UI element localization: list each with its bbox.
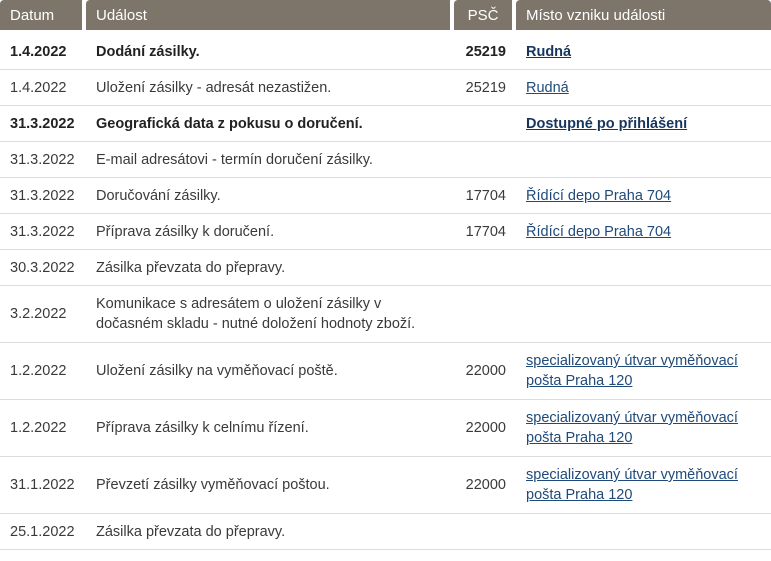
cell-event: Převzetí zásilky vyměňovací poštou. bbox=[86, 457, 454, 514]
cell-date: 31.3.2022 bbox=[0, 142, 86, 178]
cell-place: specializovaný útvar vyměňovací pošta Pr… bbox=[516, 343, 771, 400]
cell-place: specializovaný útvar vyměňovací pošta Pr… bbox=[516, 400, 771, 457]
table-row: 31.1.2022 Převzetí zásilky vyměňovací poš… bbox=[0, 457, 771, 514]
cell-date: 25.1.2022 bbox=[0, 514, 86, 550]
cell-place bbox=[516, 514, 771, 550]
cell-event: Zásilka převzata do přepravy. bbox=[86, 250, 454, 286]
cell-date: 3.2.2022 bbox=[0, 286, 86, 343]
table-row: 31.3.2022 Příprava zásilky k doručení. 177… bbox=[0, 214, 771, 250]
table-body: 1.4.2022 Dodání zásilky. 25219 Rudná 1.4.202… bbox=[0, 34, 771, 550]
cell-date: 31.3.2022 bbox=[0, 214, 86, 250]
cell-psc: 25219 bbox=[454, 70, 516, 106]
cell-event: Uložení zásilky na vyměňovací poště. bbox=[86, 343, 454, 400]
cell-place bbox=[516, 250, 771, 286]
cell-psc: 22000 bbox=[454, 457, 516, 514]
cell-psc bbox=[454, 286, 516, 343]
table-row: 1.4.2022 Dodání zásilky. 25219 Rudná bbox=[0, 34, 771, 70]
table-row: 1.4.2022 Uložení zásilky - adresát nezast… bbox=[0, 70, 771, 106]
cell-date: 1.2.2022 bbox=[0, 343, 86, 400]
cell-date: 1.4.2022 bbox=[0, 70, 86, 106]
cell-psc bbox=[454, 142, 516, 178]
cell-event: Dodání zásilky. bbox=[86, 34, 454, 70]
cell-event: Geografická data z pokusu o doručení. bbox=[86, 106, 454, 142]
cell-date: 31.3.2022 bbox=[0, 178, 86, 214]
table-row: 31.3.2022 Geografická data z pokusu o dor… bbox=[0, 106, 771, 142]
table-header-row: Datum Událost PSČ Místo vzniku události bbox=[0, 0, 771, 34]
cell-date: 30.3.2022 bbox=[0, 250, 86, 286]
table-row: 31.3.2022 E-mail adresátovi - termín doru… bbox=[0, 142, 771, 178]
table-row: 1.2.2022 Uložení zásilky na vyměňovací po… bbox=[0, 343, 771, 400]
place-link[interactable]: Řídící depo Praha 704 bbox=[526, 188, 671, 204]
cell-place bbox=[516, 142, 771, 178]
cell-psc: 17704 bbox=[454, 178, 516, 214]
cell-psc: 22000 bbox=[454, 343, 516, 400]
table-row: 30.3.2022 Zásilka převzata do přepravy. bbox=[0, 250, 771, 286]
place-link[interactable]: specializovaný útvar vyměňovací pošta Pr… bbox=[526, 467, 738, 503]
place-link[interactable]: Řídící depo Praha 704 bbox=[526, 224, 671, 240]
cell-psc: 25219 bbox=[454, 34, 516, 70]
table-row: 25.1.2022 Zásilka převzata do přepravy. bbox=[0, 514, 771, 550]
cell-psc bbox=[454, 514, 516, 550]
cell-event: Komunikace s adresátem o uložení zásilky… bbox=[86, 286, 454, 343]
tracking-table: Datum Událost PSČ Místo vzniku události … bbox=[0, 0, 771, 550]
column-header-psc: PSČ bbox=[454, 0, 516, 34]
place-link[interactable]: specializovaný útvar vyměňovací pošta Pr… bbox=[526, 353, 738, 389]
cell-event: Uložení zásilky - adresát nezastižen. bbox=[86, 70, 454, 106]
cell-place: Dostupné po přihlášení bbox=[516, 106, 771, 142]
cell-psc: 17704 bbox=[454, 214, 516, 250]
cell-place: Rudná bbox=[516, 34, 771, 70]
cell-date: 31.3.2022 bbox=[0, 106, 86, 142]
cell-place: Rudná bbox=[516, 70, 771, 106]
cell-psc: 22000 bbox=[454, 400, 516, 457]
table-row: 1.2.2022 Příprava zásilky k celnímu řízen… bbox=[0, 400, 771, 457]
cell-event: Doručování zásilky. bbox=[86, 178, 454, 214]
table-row: 31.3.2022 Doručování zásilky. 17704 Řídící … bbox=[0, 178, 771, 214]
table-row: 3.2.2022 Komunikace s adresátem o uložení… bbox=[0, 286, 771, 343]
column-header-date: Datum bbox=[0, 0, 86, 34]
cell-psc bbox=[454, 106, 516, 142]
column-header-event: Událost bbox=[86, 0, 454, 34]
place-link[interactable]: specializovaný útvar vyměňovací pošta Pr… bbox=[526, 410, 738, 446]
cell-place: specializovaný útvar vyměňovací pošta Pr… bbox=[516, 457, 771, 514]
cell-event: E-mail adresátovi - termín doručení zási… bbox=[86, 142, 454, 178]
cell-event: Zásilka převzata do přepravy. bbox=[86, 514, 454, 550]
place-link[interactable]: Dostupné po přihlášení bbox=[526, 116, 687, 132]
column-header-place: Místo vzniku události bbox=[516, 0, 771, 34]
cell-date: 1.2.2022 bbox=[0, 400, 86, 457]
cell-place: Řídící depo Praha 704 bbox=[516, 178, 771, 214]
cell-date: 31.1.2022 bbox=[0, 457, 86, 514]
cell-date: 1.4.2022 bbox=[0, 34, 86, 70]
cell-event: Příprava zásilky k celnímu řízení. bbox=[86, 400, 454, 457]
cell-event: Příprava zásilky k doručení. bbox=[86, 214, 454, 250]
cell-place bbox=[516, 286, 771, 343]
place-link[interactable]: Rudná bbox=[526, 44, 571, 60]
cell-psc bbox=[454, 250, 516, 286]
cell-place: Řídící depo Praha 704 bbox=[516, 214, 771, 250]
place-link[interactable]: Rudná bbox=[526, 80, 569, 96]
